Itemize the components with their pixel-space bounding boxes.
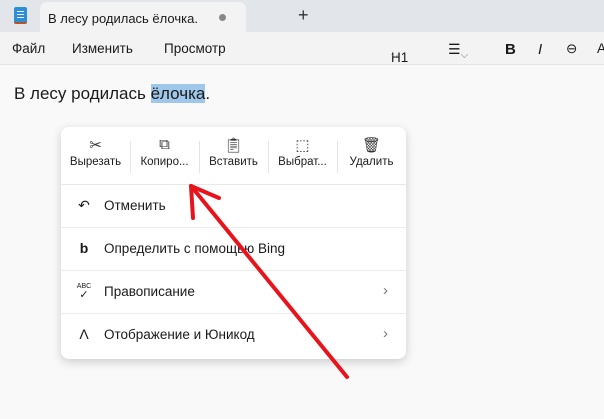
- red-arrow-annotation: [189, 184, 349, 379]
- arrow-head-left: [189, 184, 195, 220]
- arrow-shaft: [189, 184, 349, 379]
